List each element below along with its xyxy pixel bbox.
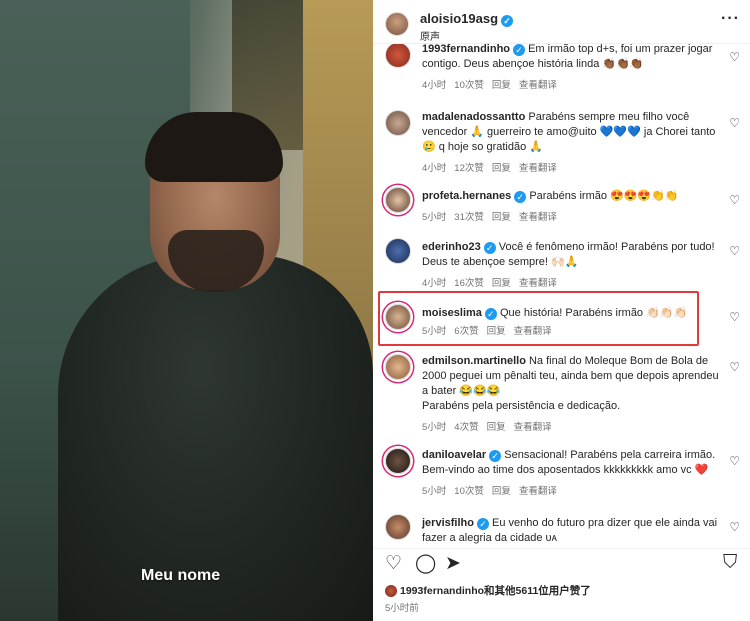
commenter-username[interactable]: profeta.hernanes [422, 190, 511, 202]
commenter-username[interactable]: madalenadossantto [422, 111, 525, 123]
comment-text: Que história! Parabéns irmão 👏🏻👏🏻👏🏻 [499, 307, 688, 319]
comment-text: Parabéns irmão 😍😍😍👏👏 [529, 190, 679, 202]
like-heart-icon[interactable]: ♡ [729, 454, 740, 468]
reel-video[interactable]: Meu nome [0, 0, 373, 621]
reply-button[interactable]: 回复 [487, 326, 506, 337]
comment-list[interactable]: 1993fernandinho ✓ Em irmão top d+s, foi u… [373, 40, 750, 545]
commenter-username[interactable]: edmilson.martinello [422, 355, 526, 367]
comment-time: 5小时 [422, 486, 447, 497]
commenter-avatar[interactable] [385, 238, 411, 264]
commenter-avatar[interactable] [385, 304, 411, 330]
verified-icon: ✓ [514, 191, 527, 203]
commenter-avatar[interactable] [385, 42, 411, 68]
bookmark-icon[interactable]: ⛉ [723, 552, 737, 574]
person-hair [145, 112, 283, 182]
more-options-icon[interactable]: ··· [721, 10, 740, 28]
reply-button[interactable]: 回复 [492, 486, 511, 497]
comment-likes[interactable]: 12次赞 [454, 163, 484, 174]
translate-button[interactable]: 查看翻译 [514, 422, 552, 433]
commenter-avatar[interactable] [385, 448, 411, 474]
like-icon[interactable]: ♡ [385, 552, 402, 575]
reply-button[interactable]: 回复 [492, 80, 511, 91]
commenter-username[interactable]: ederinho23 [422, 241, 481, 253]
comment-time: 4小时 [422, 80, 447, 91]
comment-time: 4小时 [422, 163, 447, 174]
liked-by-text[interactable]: 1993fernandinho和其他5611位用户赞了 [400, 583, 591, 598]
comment-time: 5小时 [422, 212, 447, 223]
author-username[interactable]: aloisio19asg ✓ [420, 11, 514, 27]
like-heart-icon[interactable]: ♡ [729, 50, 740, 64]
comment-time: 5小时 [422, 326, 447, 337]
commenter-avatar[interactable] [385, 514, 411, 540]
translate-button[interactable]: 查看翻译 [519, 486, 557, 497]
video-caption: Meu nome [141, 567, 221, 584]
liked-by[interactable]: 1993fernandinho和其他5611位用户赞了 [385, 583, 591, 598]
like-heart-icon[interactable]: ♡ [729, 116, 740, 130]
liker-avatar [385, 584, 397, 597]
commenter-username[interactable]: daniloavelar [422, 449, 486, 461]
comment-time: 5小时 [422, 422, 447, 433]
comment-text-line2: Parabéns pela persistência e dedicação. [422, 400, 621, 412]
verified-icon: ✓ [501, 15, 514, 27]
commenter-username[interactable]: moiseslima [422, 307, 482, 319]
like-heart-icon[interactable]: ♡ [729, 193, 740, 207]
comment-likes[interactable]: 10次赞 [454, 80, 484, 91]
comment-likes[interactable]: 31次赞 [454, 212, 484, 223]
like-heart-icon[interactable]: ♡ [729, 310, 740, 324]
reply-button[interactable]: 回复 [487, 422, 506, 433]
like-heart-icon[interactable]: ♡ [729, 360, 740, 374]
comment-time: 4小时 [422, 278, 447, 289]
verified-icon: ✓ [513, 44, 526, 56]
post-actions-bar: ♡ ◯ ➤ ⛉ [373, 548, 750, 578]
verified-icon: ✓ [489, 450, 502, 462]
reply-button[interactable]: 回复 [492, 163, 511, 174]
commenter-avatar[interactable] [385, 354, 411, 380]
like-heart-icon[interactable]: ♡ [729, 520, 740, 534]
comment-likes[interactable]: 16次赞 [454, 278, 484, 289]
comment-likes[interactable]: 6次赞 [454, 326, 478, 337]
translate-button[interactable]: 查看翻译 [519, 212, 557, 223]
comments-panel: aloisio19asg ✓ 原声 ··· 1993fernandinho ✓ Em… [373, 0, 750, 621]
share-icon[interactable]: ➤ [445, 552, 461, 575]
commenter-username[interactable]: 1993fernandinho [422, 43, 510, 55]
translate-button[interactable]: 查看翻译 [519, 80, 557, 91]
comment-likes[interactable]: 10次赞 [454, 486, 484, 497]
reply-button[interactable]: 回复 [492, 212, 511, 223]
audio-label[interactable]: 原声 [420, 28, 440, 43]
verified-icon: ✓ [483, 242, 496, 254]
translate-button[interactable]: 查看翻译 [519, 163, 557, 174]
author-avatar[interactable] [385, 12, 409, 36]
verified-icon: ✓ [476, 518, 489, 530]
comment-icon[interactable]: ◯ [415, 552, 436, 575]
post-header: aloisio19asg ✓ 原声 ··· [373, 0, 750, 44]
comment-likes[interactable]: 4次赞 [454, 422, 478, 433]
verified-icon: ✓ [484, 308, 497, 320]
translate-button[interactable]: 查看翻译 [514, 326, 552, 337]
commenter-username[interactable]: jervisfilho [422, 517, 474, 529]
like-heart-icon[interactable]: ♡ [729, 244, 740, 258]
commenter-avatar[interactable] [385, 187, 411, 213]
reply-button[interactable]: 回复 [492, 278, 511, 289]
translate-button[interactable]: 查看翻译 [519, 278, 557, 289]
post-timestamp: 5小时前 [385, 603, 419, 614]
commenter-avatar[interactable] [385, 110, 411, 136]
